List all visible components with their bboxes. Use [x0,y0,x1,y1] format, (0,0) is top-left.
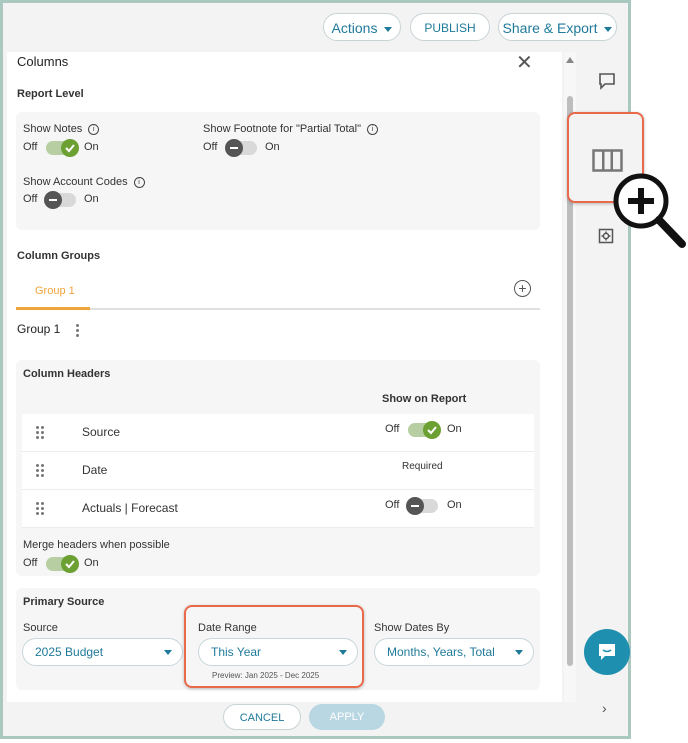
apply-button[interactable]: APPLY [309,704,385,730]
row-label: Date [82,463,108,477]
table-row: Date Required [22,452,534,490]
tab-group-1[interactable]: Group 1 [35,285,75,297]
info-icon[interactable]: i [133,176,145,188]
on-label: On [84,557,99,569]
chevron-down-icon [164,650,172,655]
tab-active-indicator [16,307,90,310]
share-export-label: Share & Export [502,20,598,36]
chat-button[interactable] [584,629,630,675]
add-circle-icon[interactable]: + [514,280,531,297]
on-label: On [447,499,462,511]
drag-handle-icon[interactable] [36,502,44,515]
actuals-forecast-toggle[interactable] [406,497,438,515]
toggle-knob [406,497,424,515]
comment-icon[interactable] [598,72,616,95]
source-toggle[interactable] [408,421,441,439]
report-level-heading: Report Level [17,88,84,100]
cancel-button[interactable]: CANCEL [223,704,301,730]
show-notes-label: Show Notes i [23,123,100,135]
toggle-knob [225,139,243,157]
chevron-down-icon [604,26,613,32]
info-icon[interactable]: i [88,123,100,135]
primary-source-heading: Primary Source [23,596,105,608]
column-headers-heading: Column Headers [23,368,111,380]
chevron-down-icon [384,26,393,32]
chat-icon [599,644,615,660]
show-account-codes-text: Show Account Codes [23,176,128,188]
actions-button[interactable]: Actions [323,13,401,41]
merge-headers-toggle[interactable] [46,555,79,573]
source-select[interactable]: 2025 Budget [22,638,183,666]
date-range-highlight [184,605,364,688]
show-on-report-heading: Show on Report [382,393,467,405]
share-export-button[interactable]: Share & Export [498,13,617,41]
on-label: On [84,193,99,205]
show-notes-toggle[interactable] [46,139,79,157]
toggle-knob [44,191,62,209]
on-label: On [84,141,99,153]
on-label: On [447,423,462,435]
drag-handle-icon[interactable] [36,426,44,439]
actions-label: Actions [331,20,378,36]
off-label: Off [23,193,38,205]
kebab-menu-icon[interactable] [76,322,79,339]
scroll-up-icon[interactable] [566,57,574,63]
off-label: Off [23,141,38,153]
row-label: Source [82,425,121,439]
show-dates-by-label: Show Dates By [374,622,450,634]
row-label: Actuals | Forecast [82,501,178,515]
show-account-codes-toggle[interactable] [44,191,76,209]
source-value: 2025 Budget [35,645,104,659]
off-label: Off [23,557,38,569]
show-footnote-toggle[interactable] [225,139,257,157]
show-dates-by-select[interactable]: Months, Years, Total [374,638,534,666]
chevron-right-icon[interactable]: › [602,700,607,716]
off-label: Off [385,423,400,435]
toggle-knob [61,139,79,157]
drag-handle-icon[interactable] [36,464,44,477]
table-row: Actuals | Forecast Off On [22,490,534,528]
zoom-in-icon [611,170,688,255]
info-icon[interactable]: i [367,123,379,135]
chevron-down-icon [515,650,523,655]
show-footnote-text: Show Footnote for "Partial Total" [203,123,362,135]
toggle-knob [423,421,441,439]
show-account-codes-label: Show Account Codes i [23,176,145,188]
on-label: On [265,141,280,153]
merge-headers-label: Merge headers when possible [23,539,170,551]
off-label: Off [203,141,218,153]
publish-button[interactable]: PUBLISH [410,13,490,41]
column-groups-heading: Column Groups [17,250,101,262]
table-row: Source Off On [22,414,534,452]
group-title: Group 1 [17,322,61,336]
tab-divider [16,308,540,310]
top-toolbar: Actions PUBLISH Share & Export [3,3,628,51]
show-footnote-label: Show Footnote for "Partial Total" i [203,123,379,135]
toggle-knob [61,555,79,573]
show-notes-text: Show Notes [23,123,83,135]
source-label: Source [23,622,58,634]
required-label: Required [402,461,443,472]
show-dates-by-value: Months, Years, Total [387,645,495,659]
close-icon[interactable]: ✕ [516,50,533,75]
panel-title: Columns [17,54,69,69]
off-label: Off [385,499,400,511]
